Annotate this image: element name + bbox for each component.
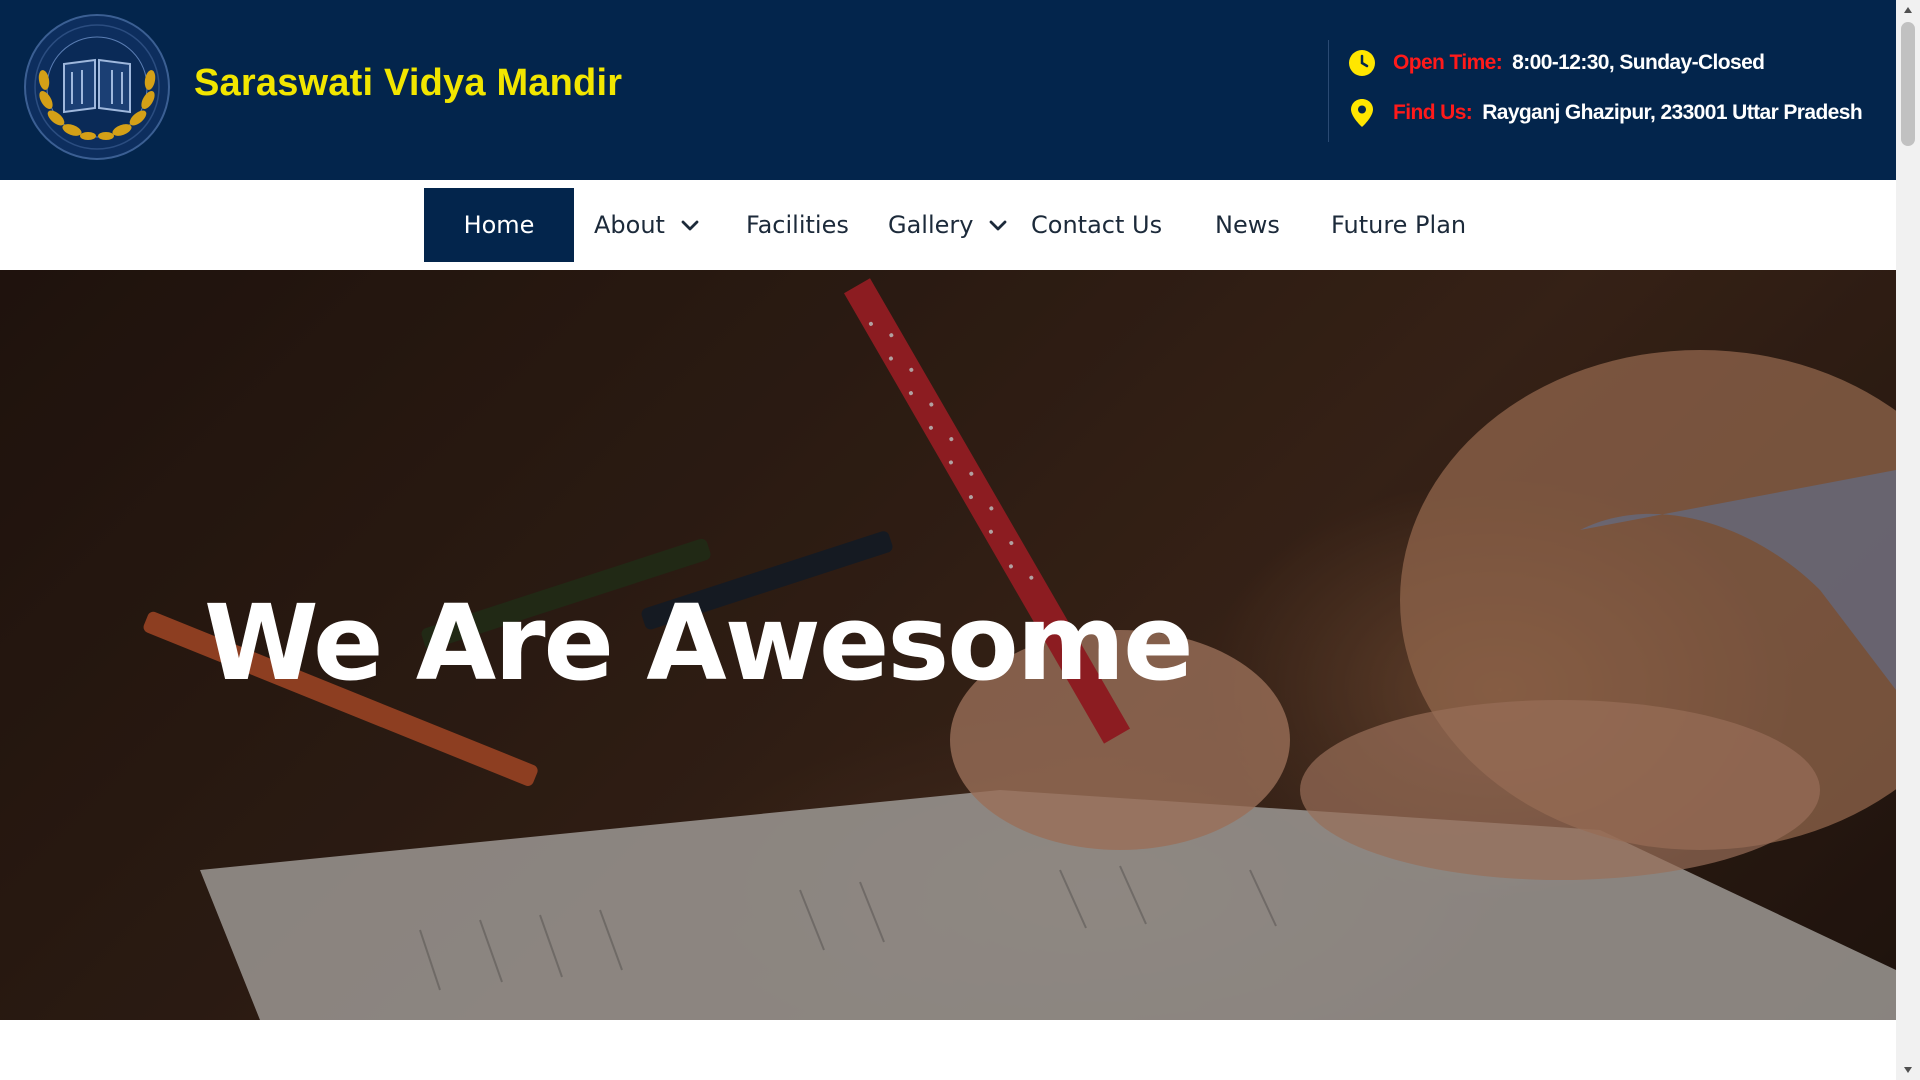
clock-icon <box>1347 48 1377 78</box>
nav-home-label: Home <box>463 211 535 239</box>
chevron-down-icon <box>987 214 1009 236</box>
triangle-down-icon <box>1904 1067 1912 1073</box>
school-logo[interactable] <box>22 12 172 162</box>
chevron-down-icon <box>679 214 701 236</box>
find-us-row: Find Us: Rayganj Ghazipur, 233001 Uttar … <box>1347 98 1863 128</box>
nav-future-plan-label: Future Plan <box>1331 211 1467 239</box>
main-navigation: Home About Facilities Gallery Contact Us… <box>0 180 1896 270</box>
hero-title: We Are Awesome <box>204 582 1194 704</box>
open-time-row: Open Time: 8:00-12:30, Sunday-Closed <box>1347 48 1765 78</box>
nav-about[interactable]: About <box>594 188 701 262</box>
nav-home[interactable]: Home <box>424 188 574 262</box>
scroll-down-button[interactable] <box>1896 1060 1920 1080</box>
nav-future-plan[interactable]: Future Plan <box>1331 188 1466 262</box>
triangle-up-icon <box>1904 7 1912 13</box>
contact-info: Open Time: 8:00-12:30, Sunday-Closed Fin… <box>1328 40 1888 142</box>
nav-news[interactable]: News <box>1215 188 1280 262</box>
site-title[interactable]: Saraswati Vidya Mandir <box>194 62 622 105</box>
open-time-value: 8:00-12:30, Sunday-Closed <box>1512 51 1765 74</box>
nav-gallery-label: Gallery <box>888 211 974 239</box>
page-scrollbar[interactable] <box>1896 0 1920 1080</box>
top-header: Saraswati Vidya Mandir Open Time: 8:00-1… <box>0 0 1896 180</box>
school-crest-icon <box>24 14 170 160</box>
scroll-thumb[interactable] <box>1901 22 1915 146</box>
nav-about-label: About <box>594 211 665 239</box>
open-time-label: Open Time: <box>1393 51 1503 74</box>
hero-banner: We Are Awesome <box>0 270 1896 1020</box>
nav-contact-label: Contact Us <box>1031 211 1163 239</box>
nav-facilities[interactable]: Facilities <box>746 188 849 262</box>
scroll-up-button[interactable] <box>1896 0 1920 20</box>
nav-facilities-label: Facilities <box>746 211 849 239</box>
find-us-label: Find Us: <box>1393 101 1473 124</box>
map-pin-icon <box>1347 98 1377 128</box>
nav-news-label: News <box>1215 211 1280 239</box>
nav-contact-us[interactable]: Contact Us <box>1031 188 1162 262</box>
find-us-value: Rayganj Ghazipur, 233001 Uttar Pradesh <box>1482 101 1863 124</box>
nav-gallery[interactable]: Gallery <box>888 188 1009 262</box>
